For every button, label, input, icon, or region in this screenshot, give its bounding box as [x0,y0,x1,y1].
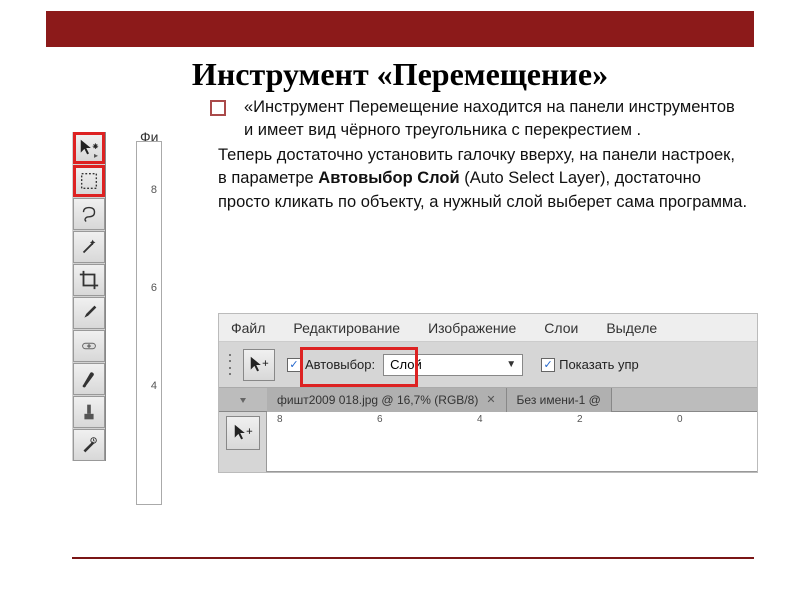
history-brush-tool[interactable] [73,429,105,461]
marquee-tool[interactable] [73,165,105,197]
dropdown-value: Слой [390,357,422,372]
tab-label: фишт2009 018.jpg @ 16,7% (RGB/8) [277,393,478,407]
vruler-num: 6 [151,282,157,294]
active-tool-indicator[interactable] [243,349,275,381]
autoselect-checkbox[interactable] [287,358,301,372]
tab-label: Без имени-1 @ [517,393,601,407]
vruler-num: 4 [151,380,157,392]
eyedropper-tool[interactable] [73,297,105,329]
healing-brush-tool[interactable] [73,330,105,362]
tab-bar-grip [219,395,267,405]
crop-tool[interactable] [73,264,105,296]
move-tool[interactable]: ▸ [73,132,105,164]
show-controls-checkbox[interactable] [541,358,555,372]
menu-select[interactable]: Выделе [606,320,657,336]
menu-file[interactable]: Файл [231,320,265,336]
magic-wand-tool[interactable] [73,231,105,263]
hruler-num: 6 [377,414,383,425]
autoselect-dropdown[interactable]: Слой ▼ [383,354,523,376]
paragraph-1: «Инструмент Перемещение находится на пан… [244,96,748,142]
close-icon[interactable]: ✕ [486,393,495,406]
canvas-area: 8 6 4 2 0 [219,412,757,472]
app-screenshot: Файл Редактирование Изображение Слои Выд… [218,313,758,473]
document-tab-2[interactable]: Без имени-1 @ [507,388,612,412]
bullet-icon [210,100,226,116]
brush-tool[interactable] [73,363,105,395]
document-tab-1[interactable]: фишт2009 018.jpg @ 16,7% (RGB/8) ✕ [267,388,507,412]
autoselect-label: Автовыбор: [305,357,375,372]
clone-stamp-tool[interactable] [73,396,105,428]
menu-edit[interactable]: Редактирование [293,320,400,336]
slide-header-bar [46,11,754,47]
options-bar: Автовыбор: Слой ▼ Показать упр [219,342,757,388]
move-tool-small[interactable] [226,416,260,450]
hruler-num: 4 [477,414,483,425]
body-text: «Инструмент Перемещение находится на пан… [218,96,748,213]
lasso-tool[interactable] [73,198,105,230]
menu-image[interactable]: Изображение [428,320,516,336]
horizontal-ruler: 8 6 4 2 0 [267,412,757,472]
grip-icon [229,352,237,378]
show-controls-label: Показать упр [559,357,639,372]
chevron-down-icon: ▼ [506,359,516,370]
slide-title: Инструмент «Перемещение» [140,57,660,92]
menu-layers[interactable]: Слои [544,320,578,336]
hruler-num: 8 [277,414,283,425]
vertical-ruler: 8 6 4 [136,141,162,505]
paragraph-2b: Автовыбор Слой [318,169,459,187]
vruler-num: 8 [151,184,157,196]
document-tab-bar: фишт2009 018.jpg @ 16,7% (RGB/8) ✕ Без и… [219,388,757,412]
sub-toolbox [219,412,267,472]
slide-footer-line [72,557,754,559]
hruler-num: 0 [677,414,683,425]
hruler-num: 2 [577,414,583,425]
menu-bar: Файл Редактирование Изображение Слои Выд… [219,314,757,342]
